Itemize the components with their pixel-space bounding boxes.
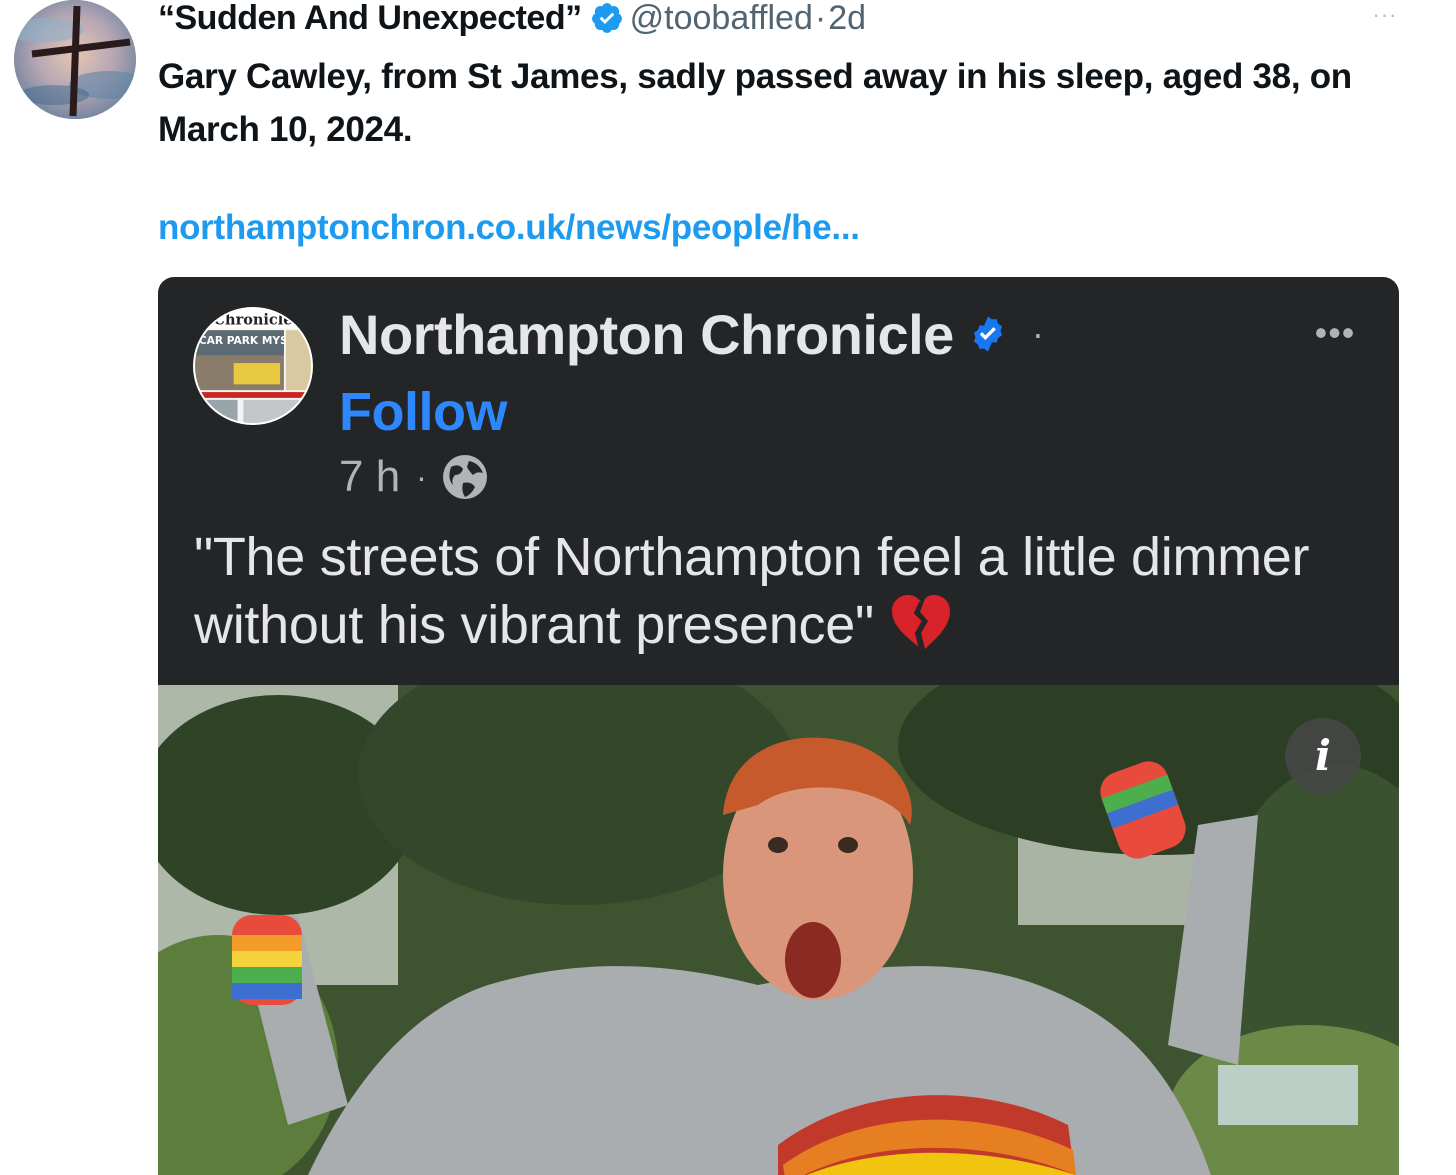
globe-icon <box>441 453 489 501</box>
handle[interactable]: @toobaffled <box>630 0 813 38</box>
display-name[interactable]: “Sudden And Unexpected” <box>158 0 582 38</box>
post-caption: "The streets of Northampton feel a littl… <box>194 523 1374 659</box>
tweet-text: Gary Cawley, from St James, sadly passed… <box>158 57 1352 149</box>
cross-icon <box>14 0 136 119</box>
post-time[interactable]: 7 h <box>339 452 400 502</box>
masthead-text: Chronicle <box>214 311 293 328</box>
verified-badge-icon <box>968 314 1008 354</box>
info-button[interactable]: i <box>1285 718 1361 794</box>
page-name[interactable]: Northampton Chronicle <box>339 302 954 367</box>
page-avatar: Chronicle CAR PARK MYSTERY <box>193 307 313 425</box>
broken-heart-icon <box>890 593 952 651</box>
timestamp[interactable]: 2d <box>828 0 866 38</box>
tweet-header: “Sudden And Unexpected” @toobaffled · 2d <box>158 0 866 40</box>
verified-badge-icon <box>590 1 624 35</box>
page-name-row: Northampton Chronicle · <box>339 301 1044 367</box>
tweet-link[interactable]: northamptonchron.co.uk/news/people/he... <box>158 208 860 248</box>
more-options-icon[interactable]: ··· <box>1370 2 1400 27</box>
post-meta: 7 h · <box>339 449 489 505</box>
photo-image <box>158 685 1399 1175</box>
post-more-icon[interactable]: ••• <box>1308 313 1362 353</box>
meta-dot: · <box>416 458 427 495</box>
follow-button[interactable]: Follow <box>339 381 507 443</box>
post-photo[interactable] <box>158 685 1399 1175</box>
separator-dot: · <box>814 0 827 37</box>
tweet: “Sudden And Unexpected” @toobaffled · 2d… <box>0 0 1456 1175</box>
caption-text: "The streets of Northampton feel a littl… <box>194 527 1310 655</box>
avatar[interactable] <box>14 0 136 119</box>
name-dot: · <box>1031 313 1044 354</box>
newspaper-cover-icon: Chronicle CAR PARK MYSTERY <box>195 309 311 423</box>
embedded-image[interactable]: Chronicle CAR PARK MYSTERY Northampton C… <box>158 277 1399 1175</box>
